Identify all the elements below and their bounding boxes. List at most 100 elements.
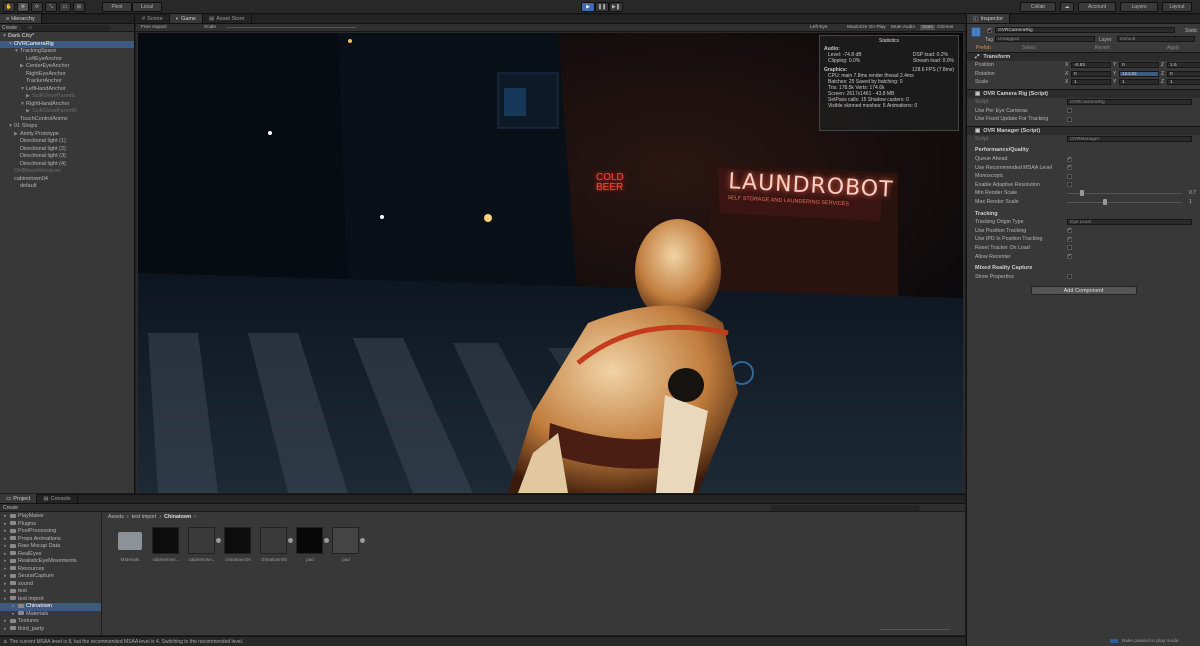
checkbox[interactable]: ✓: [1067, 254, 1072, 260]
rect-tool-button[interactable]: ▭: [59, 2, 71, 12]
tab-project[interactable]: ▭ Project: [0, 494, 38, 503]
checkbox[interactable]: [1067, 173, 1072, 179]
expand-asset-icon[interactable]: [216, 538, 221, 543]
layers-dropdown[interactable]: Layers: [1120, 2, 1158, 12]
hierarchy-item[interactable]: cabinetown04: [0, 176, 134, 184]
project-folder-item[interactable]: ▸ Resources: [0, 566, 101, 574]
stats-button[interactable]: Stats: [920, 25, 935, 30]
pause-button[interactable]: ❚❚: [595, 2, 609, 12]
add-component-button[interactable]: Add Component: [1030, 286, 1137, 296]
hierarchy-item[interactable]: Directional light (1): [0, 138, 134, 146]
per-eye-checkbox[interactable]: [1067, 108, 1072, 114]
hierarchy-item[interactable]: TrackerAnchor: [0, 78, 134, 86]
max-scale-thumb[interactable]: [1103, 198, 1107, 205]
scale-z-field[interactable]: 1: [1167, 79, 1200, 86]
gizmos-dropdown[interactable]: Gizmos: [937, 25, 953, 30]
move-tool-button[interactable]: ✥: [17, 2, 29, 12]
project-folder-item[interactable]: ▸ test import: [0, 596, 101, 604]
hierarchy-item[interactable]: DirtBloomRenderer: [0, 168, 134, 176]
show-properties-checkbox[interactable]: [1067, 274, 1072, 280]
hierarchy-item[interactable]: Directional light (3): [0, 153, 134, 161]
project-folder-item[interactable]: ▸ third_party: [0, 626, 101, 634]
position-x-field[interactable]: -0.93: [1071, 62, 1111, 69]
scale-x-field[interactable]: 1: [1071, 79, 1111, 86]
tab-game[interactable]: ◐ Game: [169, 14, 203, 23]
hierarchy-item[interactable]: TouchControlAnims: [0, 116, 134, 124]
project-folder-item[interactable]: ▸ RealEyes: [0, 551, 101, 559]
checkbox[interactable]: ✓: [1067, 156, 1072, 162]
prefab-revert-button[interactable]: Revert: [1095, 45, 1110, 51]
prefab-select-button[interactable]: Select: [1022, 45, 1036, 51]
asset-thumbnail[interactable]: [152, 527, 179, 554]
local-toggle-button[interactable]: Local: [132, 2, 162, 12]
position-y-field[interactable]: 0: [1119, 62, 1159, 69]
tracking-origin-dropdown[interactable]: Eye Level: [1067, 219, 1192, 226]
mute-audio-button[interactable]: Mute Audio: [891, 25, 915, 30]
hierarchy-item[interactable]: LeftEyeAnchor: [0, 56, 134, 64]
hierarchy-item[interactable]: default: [0, 183, 134, 191]
expand-asset-icon[interactable]: [324, 538, 329, 543]
min-scale-thumb[interactable]: [1080, 190, 1084, 197]
project-folder-item[interactable]: ▸ SeuratCapture: [0, 573, 101, 581]
play-button[interactable]: ▶: [581, 2, 595, 12]
hierarchy-item[interactable]: ▼01 Shops: [0, 123, 134, 131]
project-folder-item[interactable]: ▸ Textures: [0, 618, 101, 626]
checkbox[interactable]: ✓: [1067, 228, 1072, 234]
project-folder-item[interactable]: ▸ Chinatown: [0, 603, 101, 611]
folder-thumbnail[interactable]: [116, 527, 143, 554]
hierarchy-item[interactable]: RightEyeAnchor: [0, 71, 134, 79]
min-scale-slider[interactable]: [1067, 193, 1182, 195]
cloud-button[interactable]: ☁: [1060, 2, 1074, 12]
asset-thumbnail[interactable]: [332, 527, 359, 554]
aspect-dropdown[interactable]: Free Aspect: [141, 25, 167, 30]
transform-header[interactable]: ⤢ Transform: [967, 52, 1200, 61]
hierarchy-item[interactable]: ▶ ScifiGloveParentL: [0, 93, 134, 101]
project-folder-item[interactable]: ▸ Raw Mocap Data: [0, 543, 101, 551]
tab-hierarchy[interactable]: ≡ Hierarchy: [0, 14, 42, 23]
status-message[interactable]: The current MSAA level is 8, but the rec…: [9, 639, 243, 645]
project-folder-item[interactable]: ▸ Plugins: [0, 521, 101, 529]
rotate-tool-button[interactable]: ⟳: [31, 2, 43, 12]
expand-asset-icon[interactable]: [288, 538, 293, 543]
maximize-on-play-button[interactable]: Maximize On Play: [847, 25, 886, 30]
project-folder-item[interactable]: ▸ PlayMaker: [0, 513, 101, 521]
manager-script-field[interactable]: OVRManager: [1067, 135, 1192, 142]
project-folder-item[interactable]: ▸ Materials: [0, 611, 101, 619]
account-dropdown[interactable]: Account: [1078, 2, 1116, 12]
project-folder-item[interactable]: ▸ RealisticEyeMovements: [0, 558, 101, 566]
checkbox[interactable]: [1067, 182, 1072, 188]
rotation-z-field[interactable]: 0: [1167, 70, 1200, 77]
hierarchy-search-input[interactable]: All: [21, 24, 112, 31]
asset-thumbnail[interactable]: [188, 527, 215, 554]
position-z-field[interactable]: 1.6: [1167, 62, 1200, 69]
hierarchy-item[interactable]: ▼RightHandAnchor: [0, 101, 134, 109]
project-folder-item[interactable]: ▸ Props Animations: [0, 536, 101, 544]
layout-dropdown[interactable]: Layout: [1162, 2, 1192, 12]
tab-inspector[interactable]: ⓘ Inspector: [967, 14, 1011, 23]
hierarchy-create-button[interactable]: Create: [2, 25, 17, 31]
ovr-camera-rig-header[interactable]: ▣ OVR Camera Rig (Script): [967, 88, 1200, 98]
rotation-y-field[interactable]: 124.82: [1119, 70, 1159, 77]
max-scale-slider[interactable]: [1067, 201, 1182, 203]
asset-thumbnail[interactable]: [296, 527, 323, 554]
ovr-manager-header[interactable]: ▣ OVR Manager (Script): [967, 125, 1200, 135]
hand-tool-button[interactable]: ✋: [3, 2, 15, 12]
transform-tool-button[interactable]: ⊞: [73, 2, 85, 12]
hierarchy-item[interactable]: Directional light (2): [0, 146, 134, 154]
breadcrumb-assets[interactable]: Assets: [108, 514, 124, 520]
fixed-update-checkbox[interactable]: [1067, 116, 1072, 122]
asset-size-slider[interactable]: [880, 629, 950, 630]
prefab-apply-button[interactable]: Apply: [1167, 45, 1180, 51]
project-folder-item[interactable]: ▸ PostProcessing: [0, 528, 101, 536]
project-folder-item[interactable]: ▸ test: [0, 588, 101, 596]
pivot-toggle-button[interactable]: Pivot: [102, 2, 132, 12]
object-active-checkbox[interactable]: ✓: [987, 28, 992, 33]
scale-slider[interactable]: [226, 27, 356, 28]
scale-tool-button[interactable]: ⤡: [45, 2, 57, 12]
hierarchy-item[interactable]: ▶ ScifiGloveParentR: [0, 108, 134, 116]
rotation-x-field[interactable]: 0: [1071, 70, 1111, 77]
project-create-button[interactable]: Create: [3, 505, 18, 511]
hierarchy-item[interactable]: ▼TrackingSpace: [0, 48, 134, 56]
scale-y-field[interactable]: 1: [1119, 79, 1159, 86]
tab-scene[interactable]: # Scene: [136, 14, 170, 23]
